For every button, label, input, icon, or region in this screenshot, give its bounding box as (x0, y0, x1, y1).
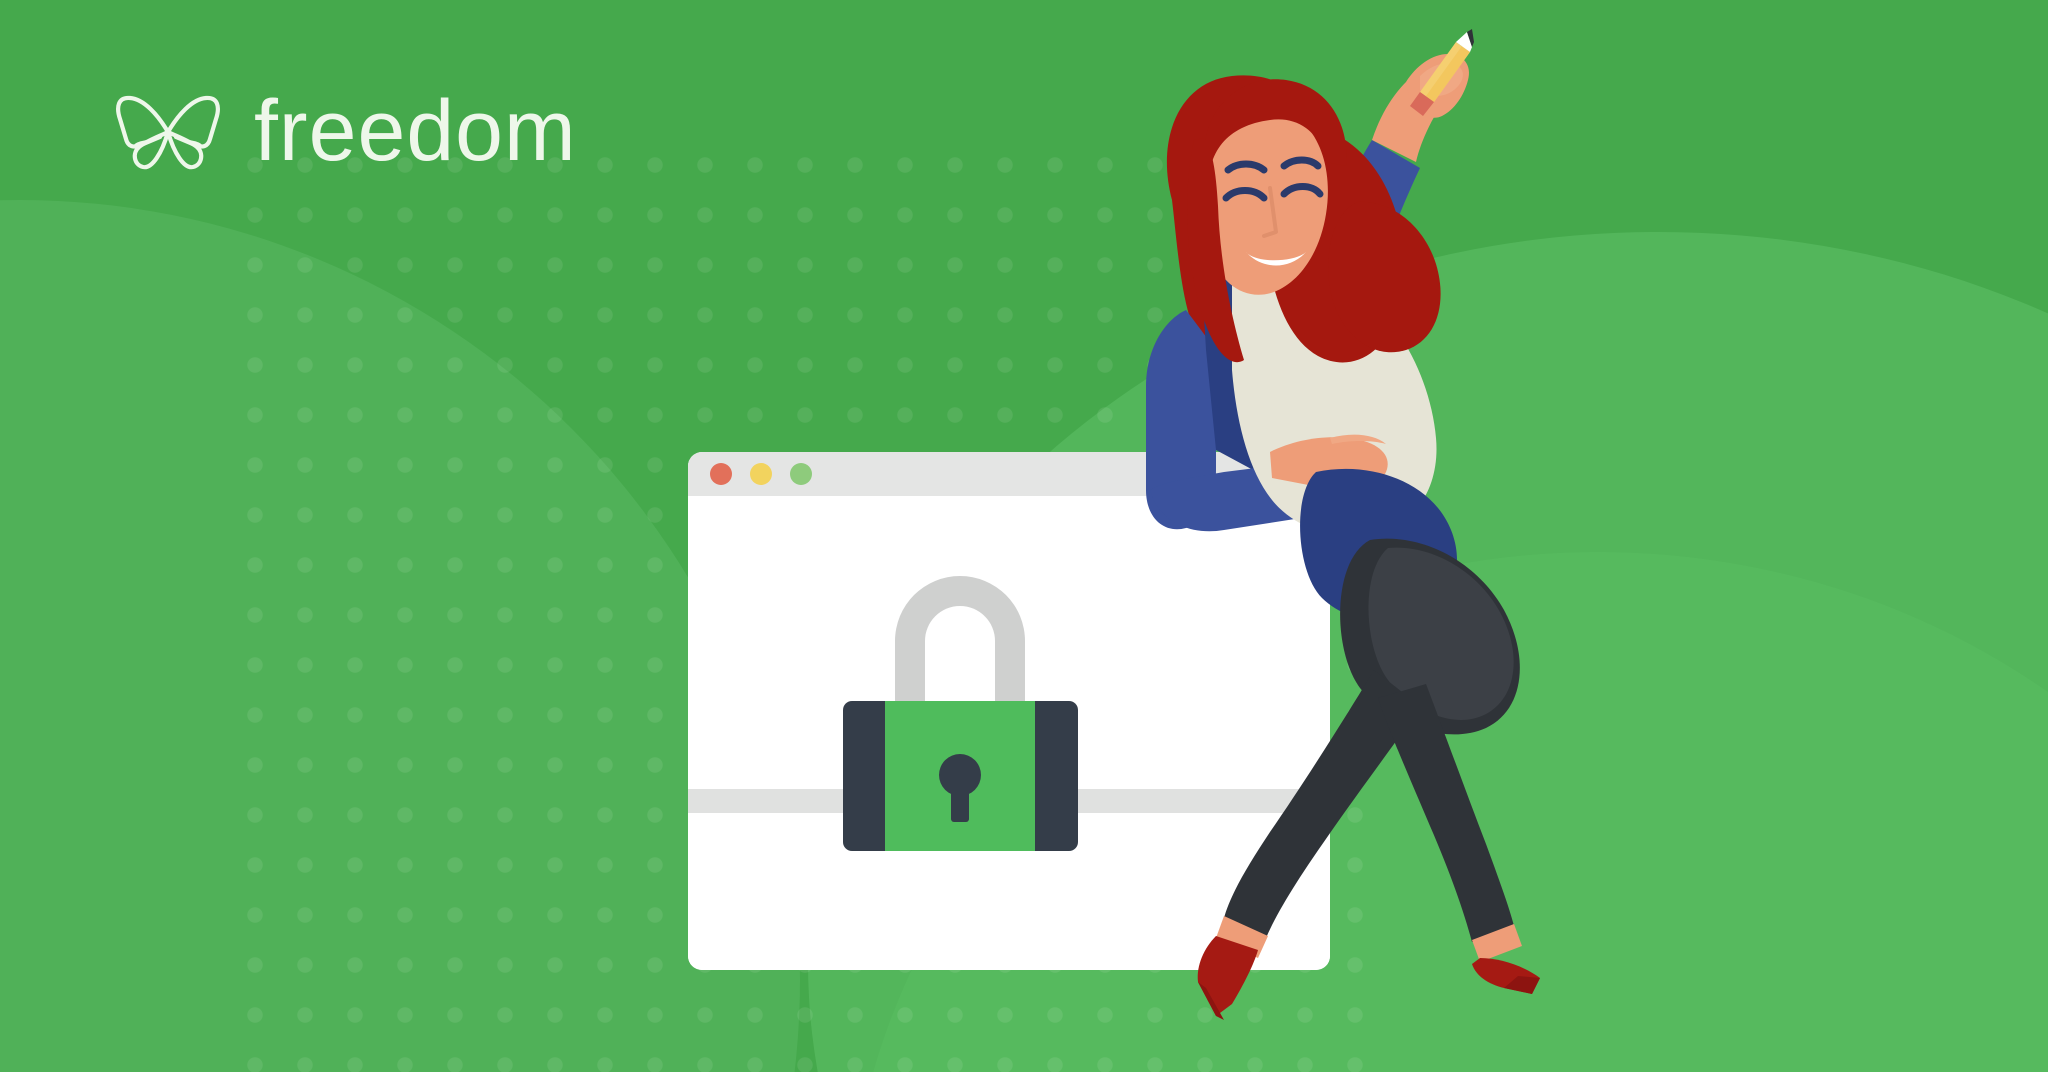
brand-logo[interactable]: freedom (112, 88, 577, 174)
butterfly-icon (112, 89, 224, 173)
padlock-keyhole-stem (951, 776, 969, 822)
woman-illustration (1120, 20, 1540, 1020)
poster-canvas: freedom (0, 0, 2048, 1072)
padlock-icon (843, 576, 1078, 851)
minimize-button[interactable] (750, 463, 772, 485)
brand-name: freedom (254, 83, 577, 179)
close-button[interactable] (710, 463, 732, 485)
maximize-button[interactable] (790, 463, 812, 485)
